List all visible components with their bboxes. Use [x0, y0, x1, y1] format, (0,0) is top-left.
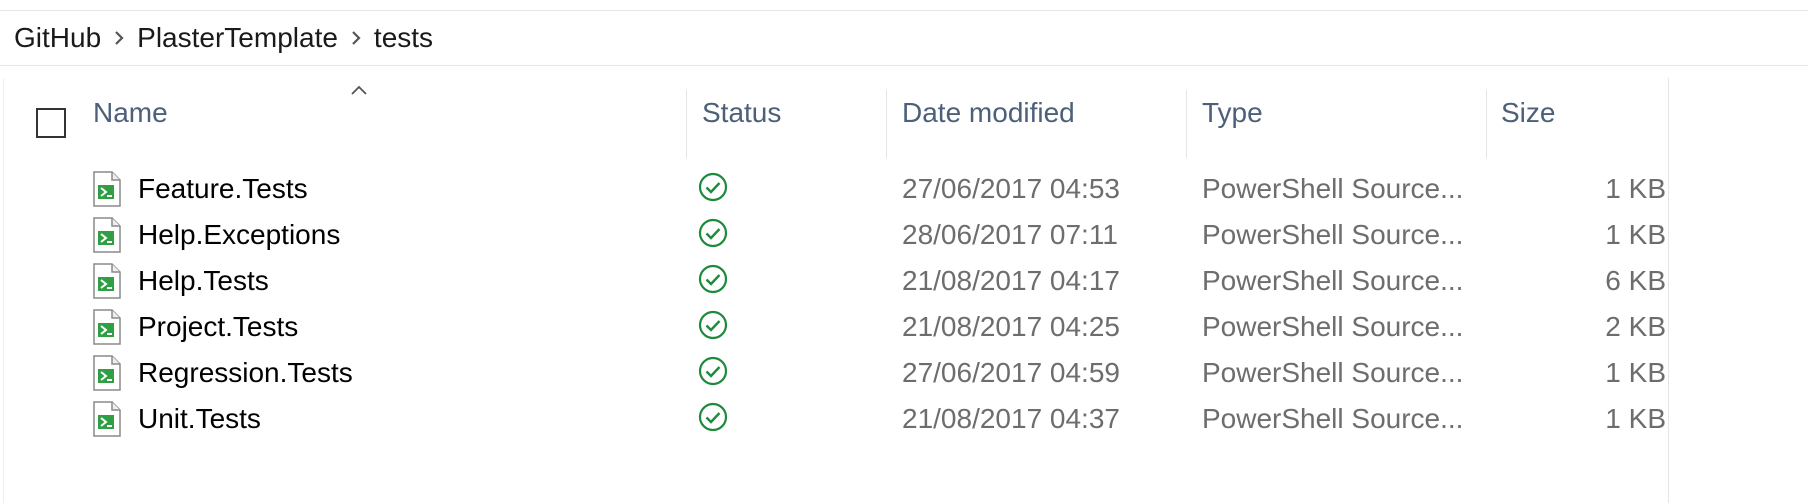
breadcrumb-item-github[interactable]: GitHub [14, 24, 101, 52]
file-type: PowerShell Source... [1202, 265, 1464, 296]
file-row[interactable]: Help.Tests 21/08/2017 04:17 PowerShell Sou… [0, 258, 1680, 304]
file-date-modified: 27/06/2017 04:53 [902, 173, 1120, 204]
file-rows: Feature.Tests 27/06/2017 04:53 PowerShell … [0, 166, 1680, 442]
file-name: Feature.Tests [138, 173, 308, 204]
file-name: Help.Tests [138, 265, 269, 296]
file-type: PowerShell Source... [1202, 311, 1464, 342]
powershell-file-icon [92, 263, 122, 299]
column-header-date-modified[interactable]: Date modified [902, 78, 1182, 148]
file-date-modified: 21/08/2017 04:37 [902, 403, 1120, 434]
file-size: 2 KB [1605, 311, 1666, 342]
chevron-right-icon[interactable] [101, 29, 137, 47]
column-divider[interactable] [1486, 90, 1487, 158]
powershell-file-icon [92, 309, 122, 345]
column-divider[interactable] [1186, 90, 1187, 158]
file-row[interactable]: Unit.Tests 21/08/2017 04:37 PowerShell Sou… [0, 396, 1680, 442]
file-date-modified: 28/06/2017 07:11 [902, 219, 1118, 250]
column-header-status[interactable]: Status [702, 78, 882, 148]
powershell-file-icon [92, 217, 122, 253]
file-row[interactable]: Help.Exceptions 28/06/2017 07:11 PowerShel… [0, 212, 1680, 258]
file-date-modified: 21/08/2017 04:25 [902, 311, 1120, 342]
file-size: 6 KB [1605, 265, 1666, 296]
file-name: Project.Tests [138, 311, 299, 342]
column-header-name[interactable]: Name [93, 78, 683, 148]
synced-check-icon [697, 401, 729, 433]
breadcrumb-item-tests[interactable]: tests [374, 24, 433, 52]
file-type: PowerShell Source... [1202, 357, 1464, 388]
synced-check-icon [697, 217, 729, 249]
breadcrumb: GitHub PlasterTemplate tests [0, 11, 1808, 66]
synced-check-icon [697, 309, 729, 341]
file-name: Unit.Tests [138, 403, 261, 434]
file-type: PowerShell Source... [1202, 173, 1464, 204]
file-size: 1 KB [1605, 357, 1666, 388]
column-header-size[interactable]: Size [1501, 78, 1661, 148]
select-all-checkbox[interactable] [36, 108, 66, 138]
file-list: Name Status Date modified Type Size Feat… [0, 66, 1808, 503]
synced-check-icon [697, 171, 729, 203]
file-date-modified: 27/06/2017 04:59 [902, 357, 1120, 388]
file-name: Help.Exceptions [138, 219, 341, 250]
powershell-file-icon [92, 171, 122, 207]
file-size: 1 KB [1605, 403, 1666, 434]
powershell-file-icon [92, 355, 122, 391]
file-date-modified: 21/08/2017 04:17 [902, 265, 1120, 296]
file-size: 1 KB [1605, 219, 1666, 250]
column-header-row: Name Status Date modified Type Size [0, 78, 1680, 158]
file-name: Regression.Tests [138, 357, 353, 388]
column-divider[interactable] [686, 90, 687, 158]
file-row[interactable]: Project.Tests 21/08/2017 04:25 PowerShell … [0, 304, 1680, 350]
file-type: PowerShell Source... [1202, 219, 1464, 250]
chevron-right-icon[interactable] [338, 29, 374, 47]
file-row[interactable]: Regression.Tests 27/06/2017 04:59 PowerShe… [0, 350, 1680, 396]
synced-check-icon [697, 263, 729, 295]
column-divider[interactable] [886, 90, 887, 158]
file-type: PowerShell Source... [1202, 403, 1464, 434]
file-size: 1 KB [1605, 173, 1666, 204]
breadcrumb-item-plastertemplate[interactable]: PlasterTemplate [137, 24, 338, 52]
powershell-file-icon [92, 401, 122, 437]
synced-check-icon [697, 355, 729, 387]
file-row[interactable]: Feature.Tests 27/06/2017 04:53 PowerShell … [0, 166, 1680, 212]
column-header-type[interactable]: Type [1202, 78, 1482, 148]
